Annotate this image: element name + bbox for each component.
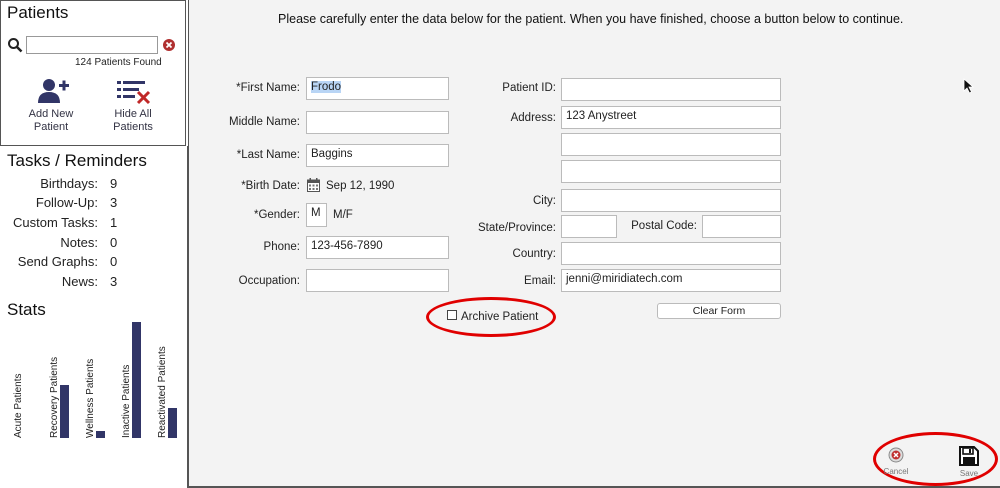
patients-found-count: 124 Patients Found — [75, 57, 162, 68]
save-label: Save — [959, 469, 979, 478]
gender-field[interactable]: M — [306, 203, 327, 227]
task-count: 1 — [110, 215, 118, 230]
city-field[interactable] — [561, 189, 781, 212]
save-button[interactable]: Save — [953, 446, 985, 478]
country-field[interactable] — [561, 242, 781, 265]
stats-bar-label: Acute Patients — [13, 373, 24, 438]
middle-name-field[interactable] — [306, 111, 449, 134]
archive-patient-label: Archive Patient — [461, 311, 539, 323]
task-count: 0 — [110, 235, 118, 250]
first-name-value: Frodo — [311, 81, 342, 93]
country-label: Country: — [512, 248, 556, 260]
hide-all-label-line2: Patients — [113, 121, 153, 133]
task-label: Notes: — [60, 235, 98, 250]
list-remove-icon — [117, 79, 151, 110]
phone-field[interactable]: 123-456-7890 — [306, 236, 449, 259]
stats-bar — [168, 408, 177, 438]
clear-form-button[interactable]: Clear Form — [657, 303, 781, 319]
archive-patient-checkbox[interactable]: Archive Patient — [447, 310, 538, 323]
task-row-follow-up[interactable]: Follow-Up: 3 — [0, 195, 186, 211]
postal-code-field[interactable] — [702, 215, 781, 238]
task-count: 3 — [110, 274, 118, 289]
middle-name-label: Middle Name: — [229, 116, 300, 128]
stats-bar-chart: Acute Patients Recovery Patients Wellness … — [0, 315, 186, 445]
address-line1-field[interactable]: 123 Anystreet — [561, 106, 781, 129]
address-line2-field[interactable] — [561, 133, 781, 156]
first-name-field[interactable]: Frodo — [306, 77, 449, 100]
search-icon — [7, 37, 23, 58]
hide-all-label-line1: Hide All — [114, 108, 152, 120]
task-label: Send Graphs: — [17, 254, 98, 269]
address-label: Address: — [510, 112, 556, 124]
search-input[interactable] — [26, 36, 158, 54]
task-row-send-graphs[interactable]: Send Graphs: 0 — [0, 254, 186, 270]
form-instructions: Please carefully enter the data below fo… — [278, 12, 904, 26]
add-new-patient-button[interactable]: Add New Patient — [20, 78, 82, 134]
task-label: News: — [61, 274, 98, 289]
hide-all-patients-button[interactable]: Hide All Patients — [102, 78, 164, 134]
cancel-button[interactable]: Cancel — [881, 447, 911, 477]
stats-bar-label: Inactive Patients — [121, 364, 132, 438]
patients-title: Patients — [7, 3, 69, 22]
task-count: 0 — [110, 254, 118, 269]
phone-label: Phone: — [263, 241, 300, 253]
cancel-label: Cancel — [883, 467, 909, 476]
first-name-label: *First Name: — [236, 82, 300, 94]
birth-date-label: *Birth Date: — [241, 180, 300, 192]
patient-id-label: Patient ID: — [502, 82, 556, 94]
stats-bar-label: Reactivated Patients — [157, 346, 168, 438]
save-disk-icon — [959, 446, 979, 471]
task-row-notes[interactable]: Notes: 0 — [0, 235, 186, 251]
stats-bar — [132, 322, 141, 438]
occupation-field[interactable] — [306, 269, 449, 292]
task-count: 3 — [110, 195, 118, 210]
task-label: Custom Tasks: — [12, 215, 98, 230]
city-label: City: — [533, 195, 556, 207]
task-label: Follow-Up: — [35, 195, 98, 210]
last-name-field[interactable]: Baggins — [306, 144, 449, 167]
tasks-title: Tasks / Reminders — [7, 151, 147, 170]
gender-hint: M/F — [333, 209, 353, 221]
postal-code-label: Postal Code: — [631, 220, 697, 232]
task-count: 9 — [110, 176, 118, 191]
state-label: State/Province: — [478, 222, 556, 234]
state-field[interactable] — [561, 215, 617, 238]
birth-date-value[interactable]: Sep 12, 1990 — [326, 180, 394, 192]
task-row-custom-tasks[interactable]: Custom Tasks: 1 — [0, 215, 186, 231]
calendar-icon[interactable] — [307, 178, 320, 197]
clear-search-icon[interactable] — [162, 38, 176, 57]
cancel-icon — [888, 447, 904, 468]
gender-label: *Gender: — [253, 209, 300, 221]
add-user-icon — [36, 78, 70, 109]
task-row-birthdays[interactable]: Birthdays: 9 — [0, 176, 186, 192]
task-row-news[interactable]: News: 3 — [0, 274, 186, 290]
stats-bar-label: Recovery Patients — [49, 356, 60, 438]
email-field[interactable]: jenni@miridiatech.com — [561, 269, 781, 292]
checkbox-box[interactable] — [447, 310, 457, 320]
add-new-label-line2: Patient — [33, 121, 69, 133]
stats-bar-label: Wellness Patients — [85, 358, 96, 438]
patient-id-field[interactable] — [561, 78, 781, 101]
email-label: Email: — [524, 275, 556, 287]
cursor-icon — [963, 78, 975, 99]
address-line3-field[interactable] — [561, 160, 781, 183]
add-new-label-line1: Add New — [28, 108, 74, 120]
stats-bar — [96, 431, 105, 438]
stats-bar — [60, 385, 69, 438]
last-name-label: *Last Name: — [236, 149, 300, 161]
occupation-label: Occupation: — [238, 275, 300, 287]
task-label: Birthdays: — [40, 176, 98, 191]
